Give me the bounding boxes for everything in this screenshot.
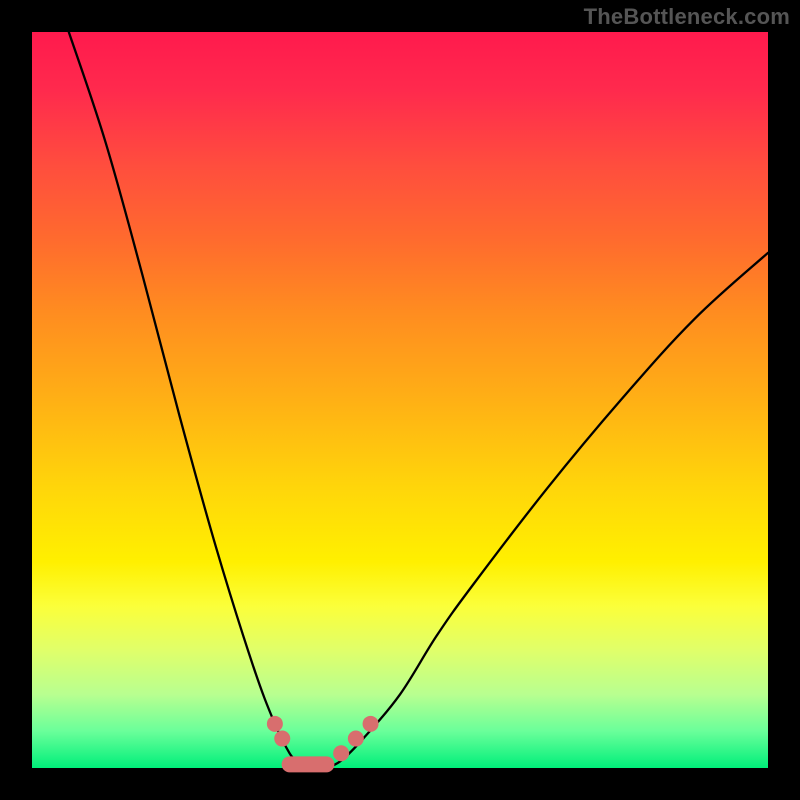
left-curve (69, 32, 305, 768)
marker-dot (348, 731, 364, 747)
marker-dot (274, 731, 290, 747)
chart-container: TheBottleneck.com (0, 0, 800, 800)
marker-dot (333, 745, 349, 761)
marker-dots (267, 716, 379, 761)
right-curve (326, 253, 768, 768)
marker-dot (363, 716, 379, 732)
plot-area (32, 32, 768, 768)
chart-svg (32, 32, 768, 768)
attribution-text: TheBottleneck.com (584, 4, 790, 30)
marker-dot (267, 716, 283, 732)
